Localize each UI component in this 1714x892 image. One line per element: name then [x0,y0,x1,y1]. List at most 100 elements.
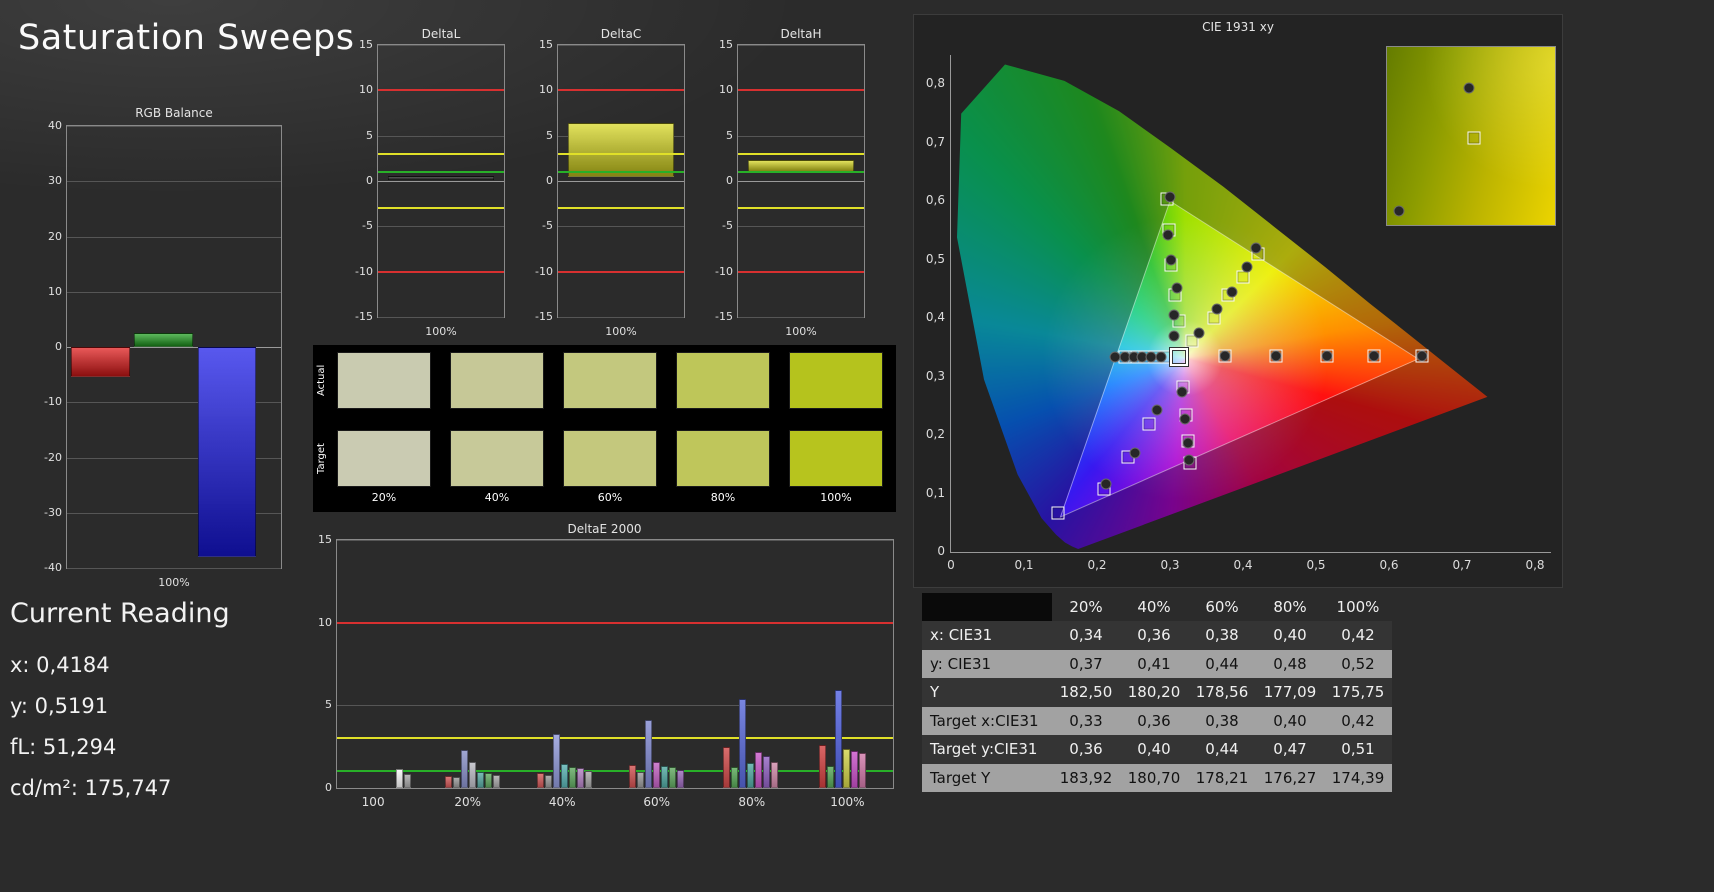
table-cell: 0,52 [1341,654,1375,673]
table-row-label: Y [930,683,940,702]
table-cell: 0,36 [1069,740,1103,759]
delta-e-2000-chart[interactable]: DeltaE 2000 15 10 5 0 100 20% 40% 60% 80% 100% [312,522,897,820]
x-tick-label: 0,7 [1452,558,1472,572]
inset-measurement-marker [1463,82,1475,94]
swatch-col-label: 20% [371,491,397,504]
table-row-label: x: CIE31 [930,626,993,645]
ref-line-red [337,621,893,624]
measurement-marker [1100,478,1112,490]
target-swatch [450,430,544,487]
delta-e-bar [668,767,676,788]
delta-l-plot: 15 10 5 0 -5 -10 -15 [355,38,505,323]
y-tick-label: -5 [722,219,733,233]
delta-e-bar [826,765,834,788]
current-reading: Current Reading x: 0,4184 y: 0,5191 fL: … [10,598,230,809]
delta-c-chart[interactable]: DeltaC 15 10 5 0 -5 -10 -15 100% [523,27,691,342]
gridline [378,181,504,182]
table-cell: 180,70 [1127,768,1181,787]
delta-e-bar [395,769,403,788]
table-header-cell: 20% [1069,598,1103,616]
x-tick-label: 0,2 [1087,558,1107,572]
delta-e-bar [676,769,684,788]
table-row: Y 182,50 180,20 178,56 177,09 175,75 [922,678,1392,707]
delta-e-bar [747,763,755,788]
table-cell: 0,51 [1341,740,1375,759]
table-cell: 0,44 [1205,654,1239,673]
cie-1931-panel[interactable]: CIE 1931 xy 0 0,1 0,2 0,3 0,4 0,5 0,6 0,7 0,8 0 0,… [913,14,1563,588]
delta-e-bar [628,764,636,788]
gridline [558,226,684,228]
delta-c-plot: 15 10 5 0 -5 -10 -15 [535,38,685,323]
y-tick-label: 0,7 [925,134,945,149]
table-cell: 0,41 [1137,654,1171,673]
y-tick-label: -5 [362,219,373,233]
table-cell: 0,42 [1341,711,1375,730]
rgb-balance-chart[interactable]: RGB Balance 40 30 20 10 0 -10 -20 -30 -40 100% [30,106,292,598]
table-cell: 0,38 [1205,626,1239,645]
delta-h-x-label: 100% [785,325,817,338]
measurement-marker [1270,350,1282,362]
table-cell: 0,36 [1137,711,1171,730]
table-cell: 174,39 [1331,768,1385,787]
delta-e-bar [636,772,644,788]
swatch-row-label-target: Target [316,443,327,474]
ref-line-green [558,170,684,173]
rgb-bar-blue [197,347,257,557]
target-swatch [563,430,657,487]
table-corner-cell [922,593,1052,621]
measurement-marker [1183,454,1195,466]
x-tick-label: 0,6 [1379,558,1399,572]
delta-e-bar [576,768,584,788]
rgb-bar-red [71,347,131,378]
cie-title: CIE 1931 xy [1202,20,1274,34]
delta-h-plot: 15 10 5 0 -5 -10 -15 [715,38,865,323]
gridline [378,45,504,46]
delta-e-bar [544,774,552,788]
delta-e-bar [858,753,866,788]
table-cell: 178,56 [1195,683,1249,702]
gridline [337,540,893,541]
swatch-comparison-panel[interactable]: Actual Target 20% 40% 60% 80% 100% [313,345,896,512]
actual-swatch [789,352,883,409]
y-tick-label: 0,6 [925,193,945,207]
delta-e-bar [552,734,560,788]
ref-line-red [378,270,504,273]
table-cell: 0,40 [1273,711,1307,730]
table-header-row: 20% 40% 60% 80% 100% [922,593,1392,621]
table-cell: 0,34 [1069,626,1103,645]
measurement-marker [1151,404,1163,416]
y-tick-label: 15 [719,38,733,51]
measurement-marker [1162,229,1174,241]
measurement-marker [1129,447,1141,459]
delta-h-chart[interactable]: DeltaH 15 10 5 0 -5 -10 -15 100% [703,27,871,342]
rgb-balance-plot: 40 30 20 10 0 -10 -20 -30 -40 [44,119,282,574]
table-cell: 0,38 [1205,711,1239,730]
table-cell: 0,42 [1341,626,1375,645]
table-cell: 0,47 [1273,740,1307,759]
inset-target-marker [1467,131,1481,145]
actual-swatch [563,352,657,409]
delta-l-chart[interactable]: DeltaL 15 10 5 0 -5 -10 -15 100% [343,27,511,342]
table-cell: 0,37 [1069,654,1103,673]
delta-e-bar [485,773,493,788]
table-header-cell: 100% [1336,598,1380,616]
cie-zoom-inset[interactable] [1386,46,1556,226]
gridline [67,181,281,183]
delta-c-title: DeltaC [600,27,642,41]
measurement-marker [1368,350,1380,362]
y-tick-label: 5 [546,128,553,142]
delta-e-bar [723,746,731,788]
ref-line-yellow [337,737,893,740]
swatch-col-label: 80% [710,491,736,504]
y-tick-label: -30 [44,505,62,519]
actual-swatch [676,352,770,409]
y-tick-label: 0 [726,174,733,187]
delta-e-bar [731,766,739,788]
gridline [67,236,281,238]
gridline [738,226,864,228]
table-cell: 0,33 [1069,711,1103,730]
delta-l-x-label: 100% [425,325,457,338]
table-row: x: CIE31 0,34 0,36 0,38 0,40 0,42 [922,621,1392,650]
y-tick-label: 15 [359,38,373,51]
measurement-marker [1250,242,1262,254]
